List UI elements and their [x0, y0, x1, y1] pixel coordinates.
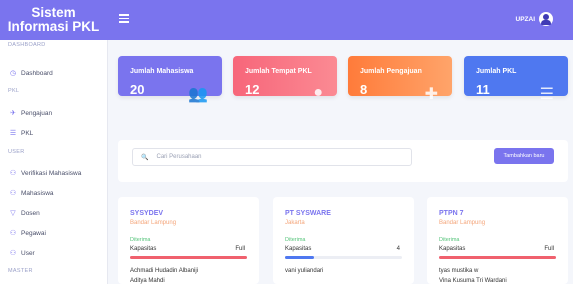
sidebar-item-label: Pengajuan	[21, 109, 53, 117]
member-name: tyas mustika w	[439, 268, 479, 274]
add-new-button[interactable]: Tambahkan baru	[494, 148, 554, 164]
sidebar-item-label: Pegawai	[21, 229, 46, 237]
capacity-bar	[439, 256, 556, 259]
capacity-value: Full	[544, 246, 554, 252]
thumbtack-icon: ✚	[424, 86, 438, 103]
sidebar-item-pengajuan[interactable]: ✈ Pengajuan	[0, 106, 107, 120]
company-card-ptpn7[interactable]: PTPN 7 Bandar Lampung Diterima Kapasitas…	[427, 197, 568, 284]
capacity-label: Kapasitas	[285, 246, 312, 252]
stat-label: Jumlah Tempat PKL	[245, 68, 312, 75]
stat-card-mahasiswa: Jumlah Mahasiswa 20 👥	[118, 56, 222, 103]
capacity-value: 4	[396, 246, 400, 252]
app-title: Sistem Informasi PKL	[0, 0, 107, 40]
stat-label: Jumlah Pengajuan	[360, 68, 422, 75]
stat-label: Jumlah Mahasiswa	[130, 68, 194, 75]
stat-value: 12	[245, 82, 260, 97]
sidebar-item-label: Verifikasi Mahasiswa	[21, 169, 82, 177]
company-location: Bandar Lampung	[130, 220, 177, 226]
list-icon: ☰	[9, 130, 17, 137]
company-name[interactable]: PT SYSWARE	[285, 210, 331, 217]
thumbtack-icon: ✈	[10, 110, 16, 117]
company-card-sysydev[interactable]: SYSYDEV Bandar Lampung Diterima Kapasita…	[118, 197, 259, 284]
user-menu[interactable]: UPZAI	[515, 12, 553, 26]
status-badge: Diterima	[130, 237, 151, 243]
sidebar-item-pkl[interactable]: ☰ PKL	[0, 126, 107, 140]
menu-toggle-icon[interactable]	[119, 14, 129, 23]
capacity-bar-fill	[285, 256, 315, 259]
sidebar-item-pegawai[interactable]: ⚇ Pegawai	[0, 226, 107, 240]
search-input[interactable]: 🔍 Cari Perusahaan	[132, 148, 412, 166]
sidebar-item-dashboard[interactable]: ◷ Dashboard	[0, 66, 107, 80]
sidebar-item-label: Mahasiswa	[21, 189, 54, 197]
capacity-label: Kapasitas	[130, 246, 157, 252]
company-card-pt-sysware[interactable]: PT SYSWARE Jakarta Diterima Kapasitas 4 …	[273, 197, 414, 284]
avatar-icon	[539, 12, 553, 26]
stat-card-pengajuan: Jumlah Pengajuan 8 ✚	[348, 56, 452, 103]
user-icon: ⚇	[9, 250, 17, 257]
sidebar-item-label: User	[21, 249, 35, 257]
stat-card-pkl: Jumlah PKL 11 ☰	[464, 56, 568, 103]
sidebar-item-label: PKL	[21, 129, 34, 137]
member-name: Vina Kusuma Tri Wardani	[439, 278, 507, 284]
capacity-bar	[130, 256, 247, 259]
member-name: Achmadi Hudadin Albaniji	[130, 268, 199, 274]
dashboard-icon: ◷	[9, 70, 17, 77]
company-name[interactable]: PTPN 7	[439, 210, 464, 217]
users-icon: 👥	[188, 86, 208, 103]
sidebar-item-label: Dosen	[21, 209, 40, 217]
map-pin-icon: ●	[313, 84, 323, 101]
company-location: Bandar Lampung	[439, 220, 486, 226]
topbar: UPZAI	[107, 0, 573, 40]
user-icon: ⚇	[9, 190, 17, 197]
sidebar-item-user[interactable]: ⚇ User	[0, 246, 107, 260]
sidebar: Sistem Informasi PKL DASHBOARD ◷ Dashboa…	[0, 0, 108, 284]
capacity-bar-fill	[130, 256, 247, 259]
search-icon: 🔍	[141, 154, 149, 161]
sidebar-item-verifikasi[interactable]: ⚇ Verifikasi Mahasiswa	[0, 166, 107, 180]
sidebar-item-mahasiswa[interactable]: ⚇ Mahasiswa	[0, 186, 107, 200]
section-pkl: PKL	[8, 88, 20, 94]
capacity-bar-fill	[439, 256, 556, 259]
search-placeholder: Cari Perusahaan	[156, 154, 202, 160]
sidebar-item-dosen[interactable]: ▽ Dosen	[0, 206, 107, 220]
search-card: 🔍 Cari Perusahaan Tambahkan baru	[118, 140, 568, 182]
capacity-bar	[285, 256, 402, 259]
username: UPZAI	[515, 15, 536, 23]
member-name: Aditya Mahdi	[130, 278, 165, 284]
section-dashboard: DASHBOARD	[8, 42, 46, 48]
stat-value: 11	[476, 82, 490, 97]
company-name[interactable]: SYSYDEV	[130, 210, 163, 217]
section-user: USER	[8, 149, 25, 155]
stat-value: 8	[360, 82, 368, 97]
status-badge: Diterima	[439, 237, 460, 243]
section-master: MASTER	[8, 268, 33, 274]
user-icon: ⚇	[9, 230, 17, 237]
user-check-icon: ⚇	[9, 170, 17, 177]
stat-card-tempat-pkl: Jumlah Tempat PKL 12 ●	[233, 56, 337, 101]
stat-value: 20	[130, 82, 145, 97]
member-name: vani yuliandari	[285, 268, 324, 274]
stat-label: Jumlah PKL	[476, 68, 517, 75]
company-location: Jakarta	[285, 220, 305, 226]
user-tie-icon: ▽	[10, 210, 16, 217]
list-check-icon: ☰	[539, 86, 554, 103]
status-badge: Diterima	[285, 237, 306, 243]
capacity-label: Kapasitas	[439, 246, 466, 252]
sidebar-item-label: Dashboard	[21, 69, 53, 77]
capacity-value: Full	[235, 246, 245, 252]
